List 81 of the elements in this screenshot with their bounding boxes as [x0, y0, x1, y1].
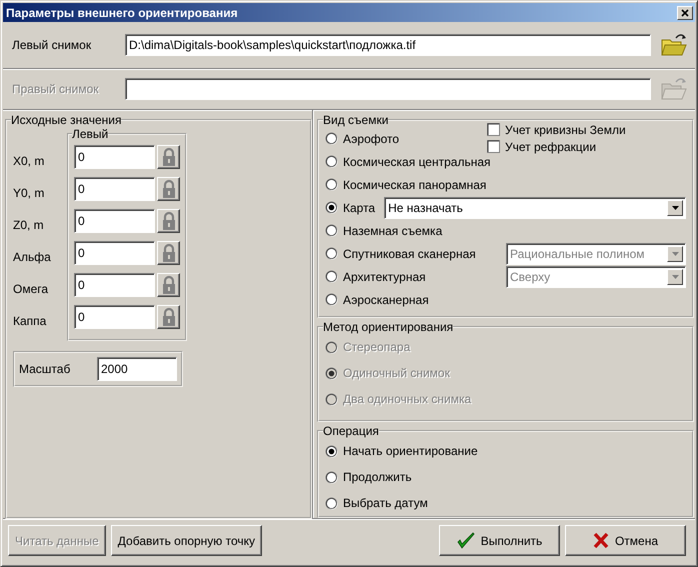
lock-icon	[160, 275, 176, 295]
input-field[interactable]: 0	[74, 241, 155, 265]
radio-button[interactable]	[325, 132, 338, 145]
radio-button[interactable]	[325, 201, 338, 214]
radio-button[interactable]	[325, 470, 338, 484]
field-label: Каппа	[13, 313, 48, 330]
radio-label: Наземная съемка	[343, 224, 442, 238]
lock-button[interactable]	[157, 241, 180, 265]
checkbox-label: Учет кривизны Земли	[505, 122, 626, 136]
field-label: Масштаб	[19, 362, 70, 376]
field-label: Z0, m	[13, 217, 45, 234]
button[interactable]: Добавить опорную точку	[110, 525, 262, 556]
checkbox[interactable]	[487, 140, 500, 153]
lock-button[interactable]	[157, 209, 180, 233]
lock-button[interactable]	[157, 145, 180, 169]
group-title: Вид съемки	[323, 113, 388, 127]
group-title: Левый	[72, 127, 108, 141]
radio-button[interactable]	[325, 247, 338, 260]
field-label: X0, m	[13, 153, 46, 170]
input-field[interactable]: 0	[74, 209, 155, 233]
radio-button[interactable]	[325, 270, 338, 283]
input-field[interactable]: 0	[74, 273, 155, 297]
close-icon	[681, 8, 689, 16]
lock-button[interactable]	[157, 273, 180, 297]
radio-button[interactable]	[325, 293, 338, 306]
radio-label: Спутниковая сканерная	[343, 246, 476, 260]
input-field[interactable]: 2000	[97, 357, 177, 381]
radio-label: Стереопара	[343, 340, 410, 354]
lock-icon	[160, 211, 176, 231]
radio-label: Аэросканерная	[343, 292, 429, 306]
input-field[interactable]: 0	[74, 305, 155, 329]
input-field[interactable]: D:\dima\Digitals-book\samples\quickstart\подложка.tif	[125, 34, 651, 56]
dropdown-value: Рациональные полином	[510, 246, 646, 262]
lock-icon	[160, 179, 176, 199]
dropdown-value: Не назначать	[388, 200, 464, 216]
dropdown[interactable]: Не назначать	[384, 196, 686, 218]
radio-label: Архитектурная	[343, 270, 426, 284]
lock-icon	[160, 243, 176, 263]
checkbox[interactable]	[487, 123, 500, 136]
field-label: Y0, m	[13, 185, 46, 202]
radio-button[interactable]	[325, 224, 338, 237]
group-title: Операция	[323, 424, 379, 438]
caret-icon	[672, 274, 678, 278]
radio-label: Аэрофото	[343, 132, 400, 146]
close-button[interactable]	[677, 6, 693, 20]
radio-button[interactable]	[325, 444, 338, 458]
radio-label: Два одиночных снимка	[343, 392, 472, 406]
field-label: Омега	[13, 281, 50, 298]
input-field[interactable]	[125, 78, 651, 100]
field-label: Левый снимок	[12, 38, 92, 52]
radio-label: Выбрать датум	[343, 496, 428, 510]
radio-label: Продолжить	[343, 470, 412, 484]
input-field[interactable]: 0	[74, 145, 155, 169]
checkmark-icon	[456, 532, 475, 549]
caret-icon	[672, 252, 678, 256]
cancel-button[interactable]: Отмена	[565, 525, 686, 556]
radio-button[interactable]	[325, 178, 338, 191]
radio-label: Начать ориентирование	[343, 444, 478, 458]
input-field[interactable]: 0	[74, 177, 155, 201]
radio-label: Космическая панорамная	[343, 178, 486, 192]
ok-button[interactable]: Выполнить	[439, 525, 560, 556]
dropdown-value: Сверху	[510, 268, 552, 284]
lock-icon	[160, 307, 176, 327]
folder-icon[interactable]	[661, 33, 687, 57]
dropdown-button[interactable]	[667, 200, 683, 216]
caret-icon	[672, 206, 678, 210]
window-title: Параметры внешнего ориентирования	[6, 6, 238, 20]
radio-button[interactable]	[325, 496, 338, 510]
lock-button[interactable]	[157, 305, 180, 329]
radio-label: Космическая центральная	[343, 154, 490, 168]
lock-button[interactable]	[157, 177, 180, 201]
radio-label: Карта	[343, 200, 376, 214]
radio-button[interactable]	[325, 155, 338, 168]
group-title: Исходные значения	[11, 113, 122, 127]
cross-icon	[592, 532, 609, 549]
group-title: Метод ориентирования	[323, 320, 454, 334]
radio-label: Одиночный снимок	[343, 366, 450, 380]
checkbox-label: Учет рефракции	[505, 140, 596, 154]
field-label: Альфа	[13, 249, 52, 266]
lock-icon	[160, 147, 176, 167]
field-label: Правый снимок	[12, 82, 100, 96]
